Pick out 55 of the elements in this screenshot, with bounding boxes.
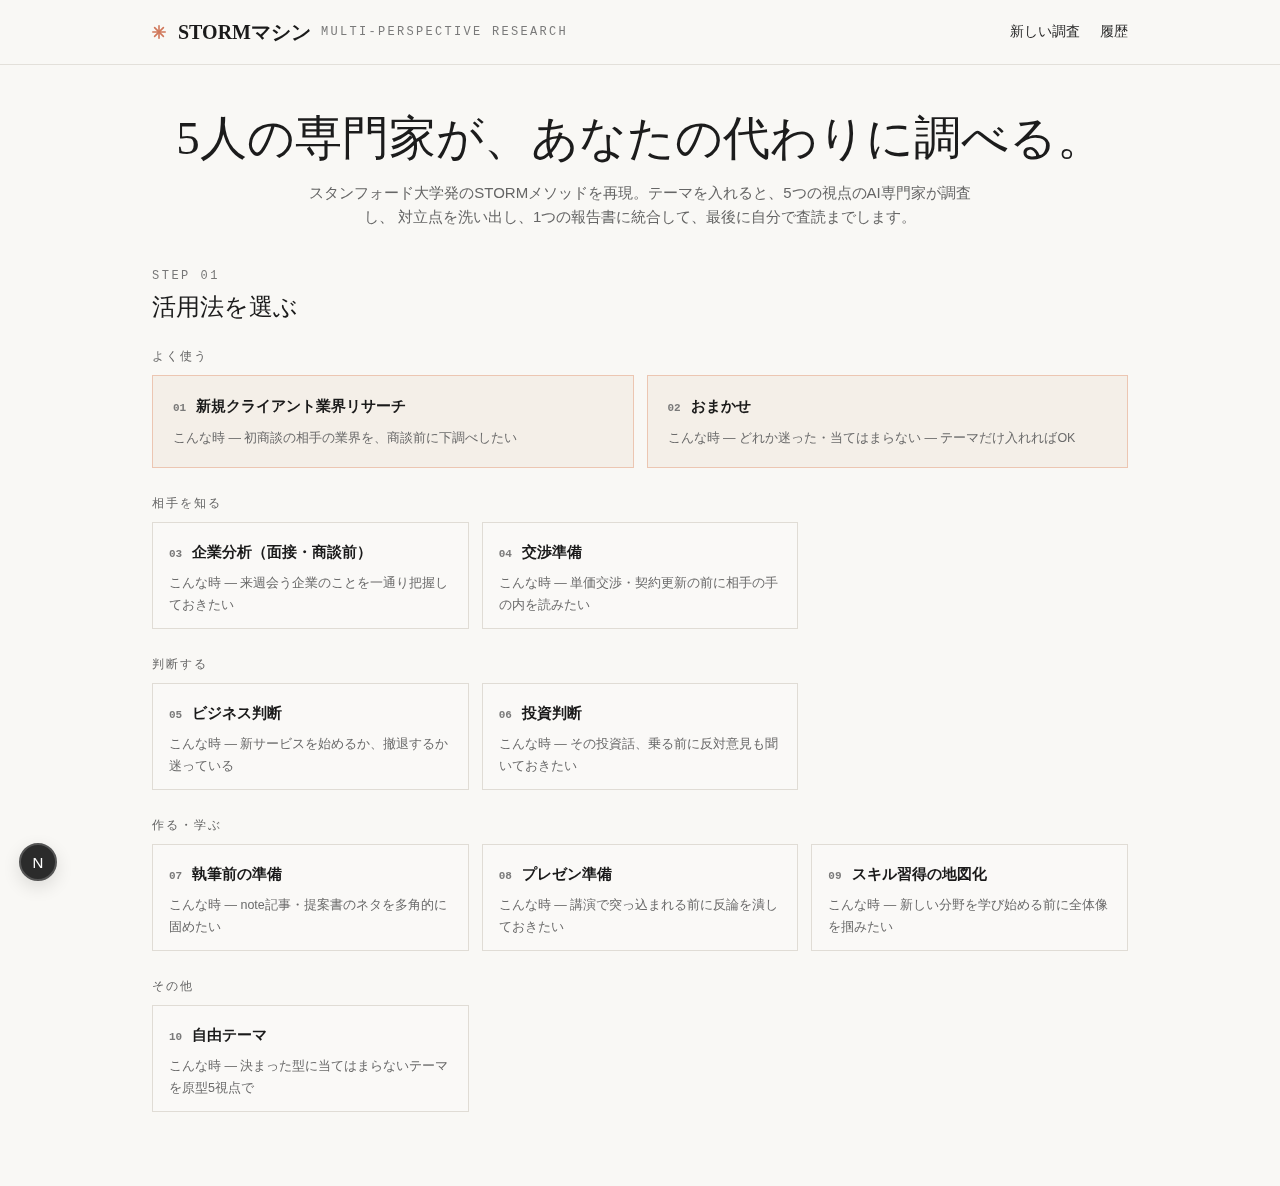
asterisk-icon <box>152 25 166 39</box>
card-description: こんな時 — 来週会う企業のことを一通り把握しておきたい <box>169 575 450 614</box>
group-label: その他 <box>152 979 195 993</box>
card-number: 04 <box>498 547 512 562</box>
use-case-card[interactable]: 03 企業分析（面接・商談前） こんな時 — 来週会う企業のことを一通り把握しておきたい <box>152 522 469 629</box>
nav-link[interactable]: 新しい調査 <box>1010 23 1080 41</box>
card-title: プレゼン準備 <box>521 864 612 884</box>
card-description: こんな時 — 新サービスを始めるか、撤退するか迷っている <box>169 736 450 775</box>
hero-subtitle: スタンフォード大学発のSTORMメソッドを再現。テーマを入れると、5つの視点のAI専門家が調査 し、 対立点を洗い出し、1つの報告書に統合して、最後に自分で査読までします。 <box>308 183 972 227</box>
card-title: 執筆前の準備 <box>192 864 283 884</box>
card-number: 06 <box>498 708 512 723</box>
card-title: 交渉準備 <box>521 542 582 562</box>
card-title: ビジネス判断 <box>192 703 283 723</box>
use-case-card[interactable]: 09 スキル習得の地図化 こんな時 — 新しい分野を学び始める前に全体像を掴みたい <box>811 844 1128 951</box>
group-label: 判断する <box>152 657 209 671</box>
card-number: 09 <box>828 869 842 884</box>
group-label: 作る・学ぶ <box>152 818 223 832</box>
card-title: おまかせ <box>690 396 751 416</box>
card-number: 10 <box>169 1030 183 1045</box>
dev-tools-badge[interactable]: N <box>19 843 57 881</box>
card-description: こんな時 — その投資話、乗る前に反対意見も聞いておきたい <box>498 736 780 775</box>
use-case-card[interactable]: 06 投資判断 こんな時 — その投資話、乗る前に反対意見も聞いておきたい <box>481 683 799 790</box>
card-description: こんな時 — 新しい分野を学び始める前に全体像を掴みたい <box>828 897 1109 936</box>
card-number: 08 <box>498 869 512 884</box>
card-description: こんな時 — どれか迷った・当てはまらない — テーマだけ入れればOK <box>667 430 1077 447</box>
use-case-card[interactable]: 07 執筆前の準備 こんな時 — note記事・提案書のネタを多角的に固めたい <box>152 844 469 951</box>
use-case-card[interactable]: 10 自由テーマ こんな時 — 決まった型に当てはまらないテーマを原型5視点で <box>152 1005 469 1112</box>
brand-name[interactable]: STORMマシン <box>178 18 311 46</box>
card-title: 企業分析（面接・商談前） <box>192 542 373 562</box>
card-description: こんな時 — 初商談の相手の業界を、商談前に下調べしたい <box>173 430 519 447</box>
card-description: こんな時 — 単価交渉・契約更新の前に相手の手の内を読みたい <box>498 575 780 614</box>
use-case-card[interactable]: 08 プレゼン準備 こんな時 — 講演で突っ込まれる前に反論を潰しておきたい <box>481 844 799 951</box>
step-label: STEP 01 <box>152 269 221 283</box>
card-title: 投資判断 <box>521 703 582 723</box>
group-label: 相手を知る <box>152 496 223 510</box>
card-title: スキル習得の地図化 <box>851 864 987 884</box>
step-title: 活用法を選ぶ <box>152 293 299 322</box>
card-number: 01 <box>173 401 187 416</box>
card-number: 05 <box>169 708 183 723</box>
use-case-card[interactable]: 04 交渉準備 こんな時 — 単価交渉・契約更新の前に相手の手の内を読みたい <box>481 522 799 629</box>
hero-title: 5人の専門家が、あなたの代わりに調べる。 <box>175 111 1105 166</box>
card-title: 新規クライアント業界リサーチ <box>196 396 407 416</box>
card-description: こんな時 — note記事・提案書のネタを多角的に固めたい <box>169 897 448 936</box>
use-case-card[interactable]: 01 新規クライアント業界リサーチ こんな時 — 初商談の相手の業界を、商談前に下調べしたい <box>152 375 634 468</box>
card-description: こんな時 — 講演で突っ込まれる前に反論を潰しておきたい <box>498 897 780 936</box>
card-number: 07 <box>169 869 183 884</box>
card-number: 02 <box>667 401 681 416</box>
use-case-card[interactable]: 05 ビジネス判断 こんな時 — 新サービスを始めるか、撤退するか迷っている <box>152 683 469 790</box>
card-number: 03 <box>169 547 183 562</box>
card-title: 自由テーマ <box>192 1025 268 1045</box>
use-case-card[interactable]: 02 おまかせ こんな時 — どれか迷った・当てはまらない — テーマだけ入れればOK <box>646 375 1128 468</box>
card-description: こんな時 — 決まった型に当てはまらないテーマを原型5視点で <box>169 1058 450 1097</box>
tagline: MULTI-PERSPECTIVE RESEARCH <box>321 25 568 39</box>
nav-link[interactable]: 履歴 <box>1100 23 1128 41</box>
group-label: よく使う <box>152 349 209 363</box>
